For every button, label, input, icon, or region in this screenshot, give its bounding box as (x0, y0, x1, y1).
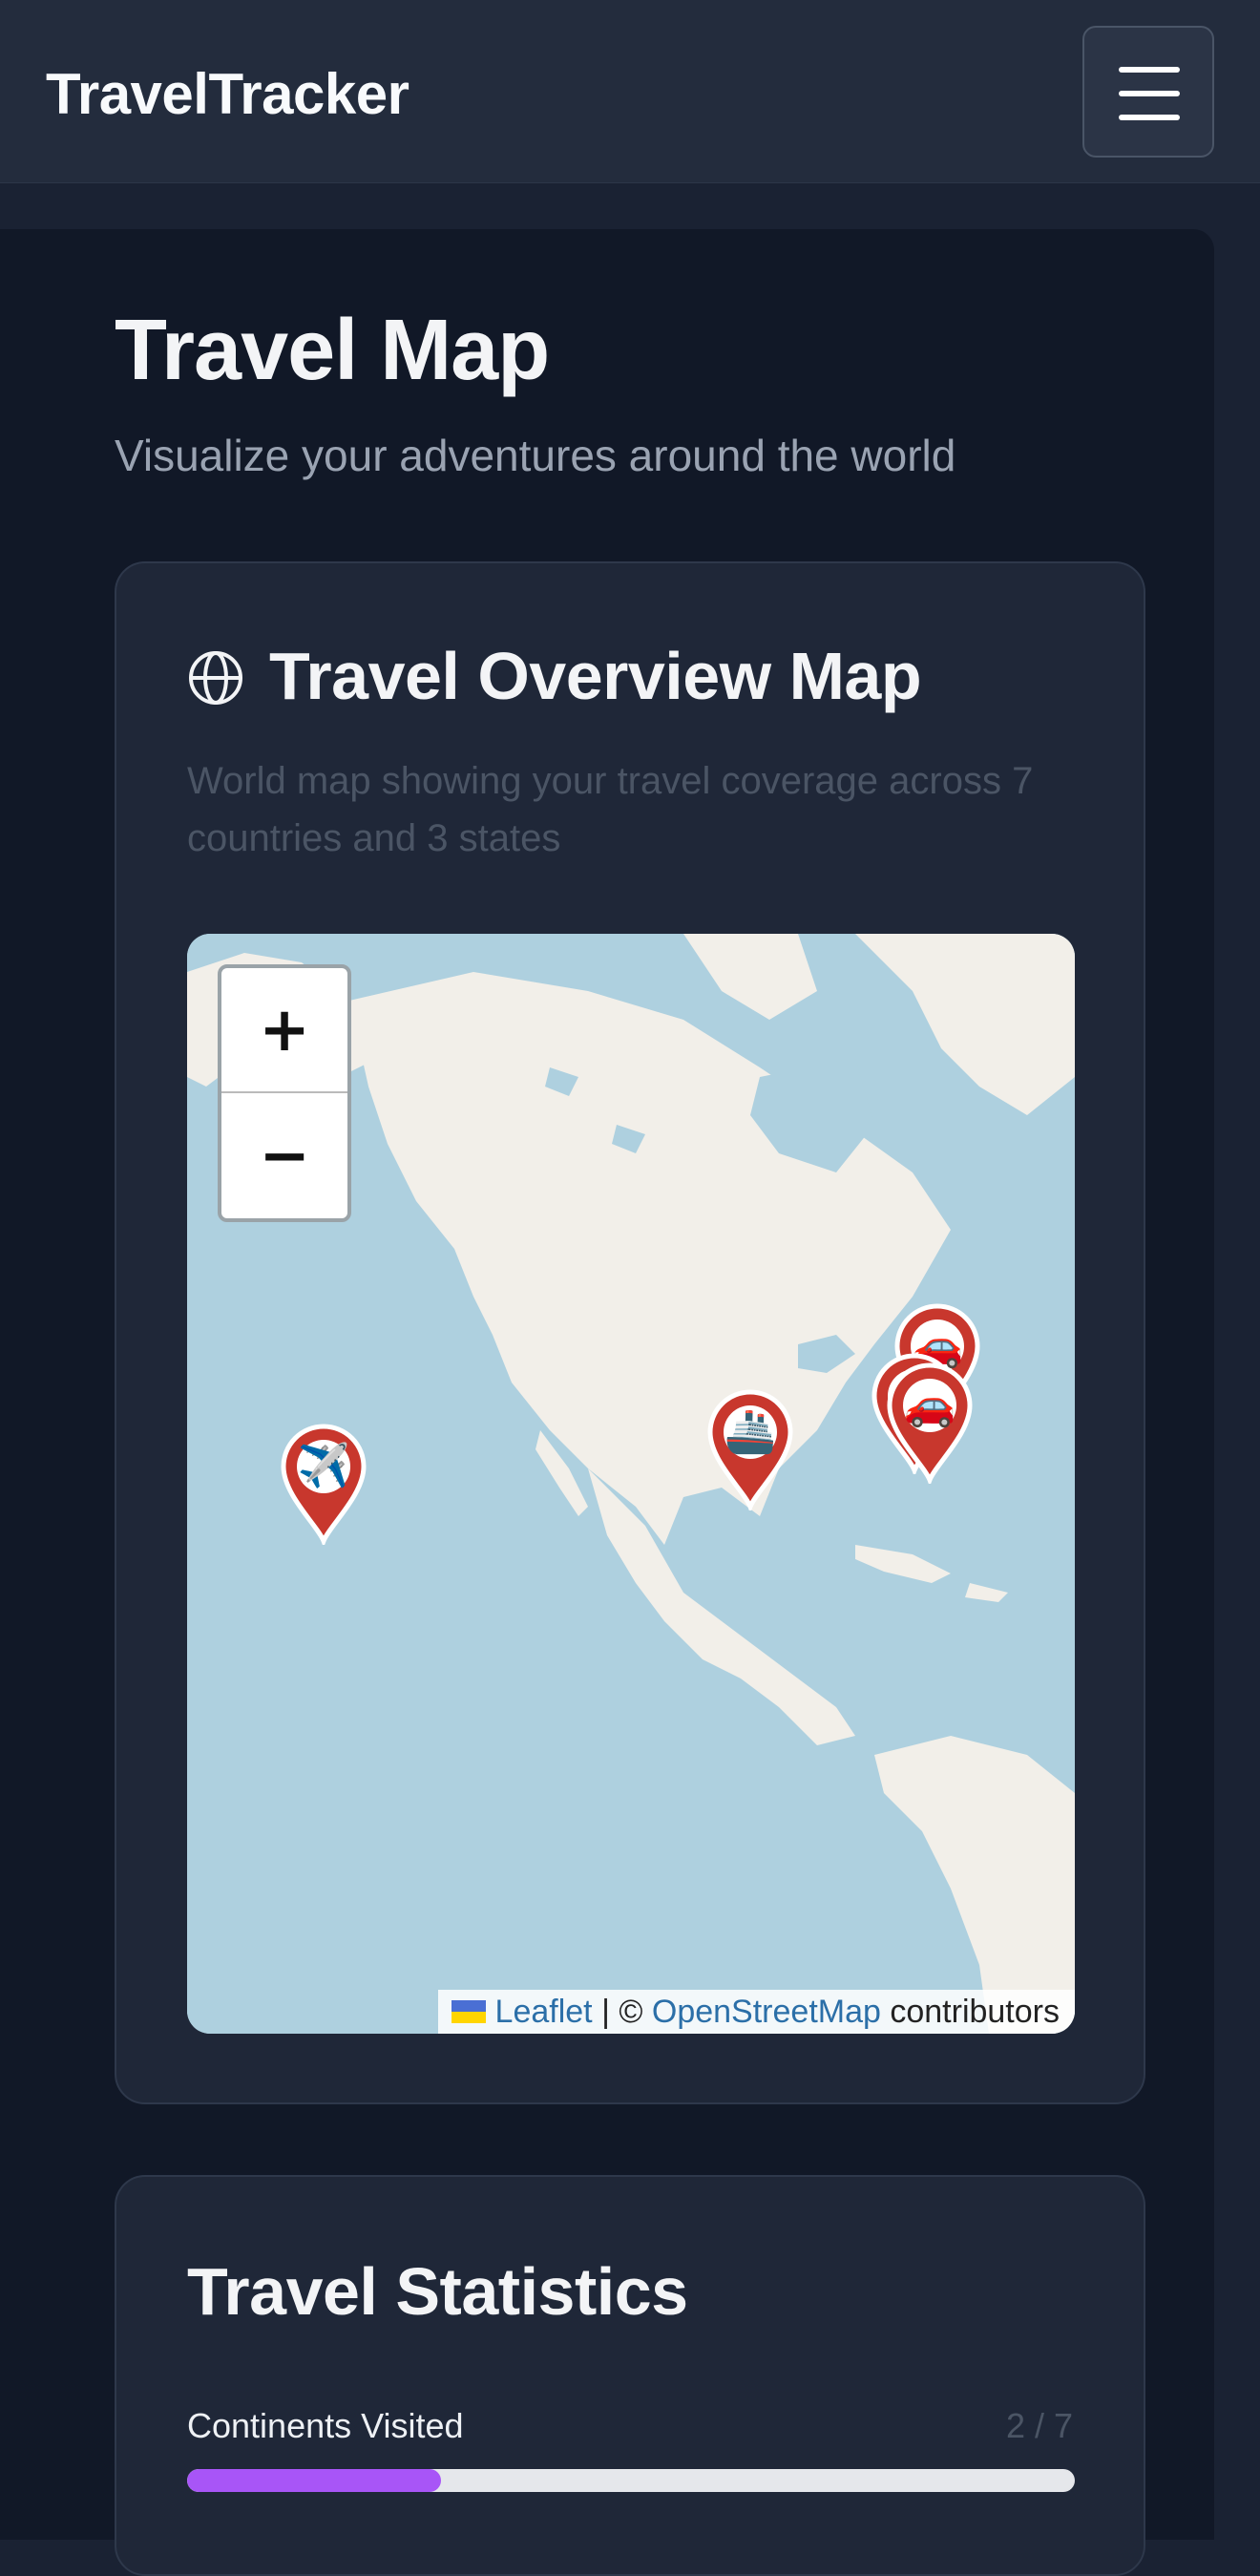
globe-icon (189, 651, 242, 705)
page-title: Travel Map (115, 303, 550, 398)
leaflet-link[interactable]: Leaflet (495, 1990, 593, 2034)
ship-icon: 🚢 (724, 1407, 777, 1456)
zoom-out-button[interactable]: − (221, 1093, 347, 1218)
map-attribution: Leaflet | © OpenStreetMap contributors (437, 1990, 1075, 2034)
brand-logo-text[interactable]: TravelTracker (46, 61, 410, 127)
page-subtitle: Visualize your adventures around the wor… (115, 431, 956, 480)
zoom-in-button[interactable]: + (221, 968, 347, 1093)
airplane-icon: ✈️ (297, 1442, 350, 1490)
top-navbar: TravelTracker (0, 0, 1260, 183)
travel-statistics-card: Travel Statistics Continents Visited 2 /… (115, 2175, 1145, 2576)
zoom-control: + − (218, 964, 351, 1222)
marker-ship[interactable]: 🚢 (703, 1386, 798, 1514)
travel-map[interactable]: + − ✈️ 🚢 🚗 🚗 🚗 Leaflet | © Open (187, 934, 1075, 2034)
marker-car-3[interactable]: 🚗 (882, 1360, 977, 1488)
continents-progress-fill (187, 2469, 441, 2492)
stat-count-continents: 2 / 7 (1005, 2406, 1073, 2445)
map-card-title: Travel Overview Map (269, 639, 922, 713)
hamburger-menu-button[interactable] (1082, 26, 1214, 158)
marker-plane[interactable]: ✈️ (276, 1421, 371, 1549)
car-icon: 🚗 (903, 1381, 956, 1429)
attribution-contributors: contributors (880, 1994, 1060, 2030)
map-card-description: World map showing your travel coverage a… (187, 760, 1034, 859)
openstreetmap-link[interactable]: OpenStreetMap (652, 1990, 881, 2034)
stat-label-continents: Continents Visited (187, 2406, 464, 2445)
travel-overview-map-card: Travel Overview Map World map showing yo… (115, 561, 1145, 2104)
ukraine-flag-icon (451, 2000, 486, 2023)
continents-progress-bar (187, 2469, 1075, 2492)
attribution-separator: | © (592, 1994, 652, 2030)
stats-card-title: Travel Statistics (187, 2254, 688, 2329)
